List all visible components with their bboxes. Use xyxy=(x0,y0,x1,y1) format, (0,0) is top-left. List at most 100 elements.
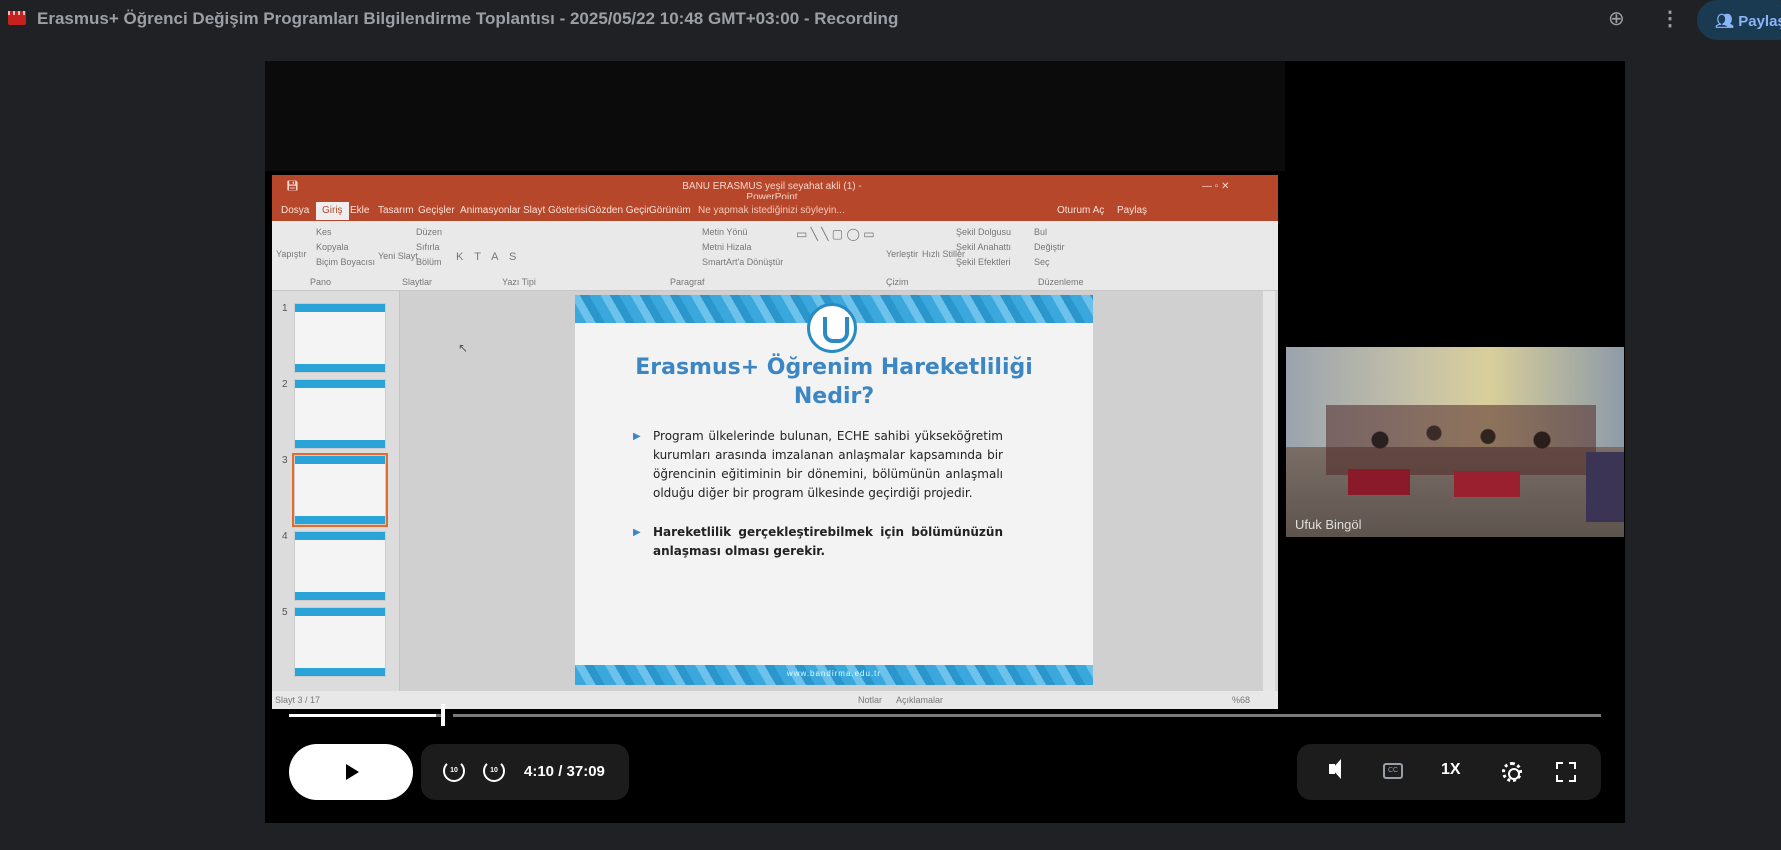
slide-scrollbar xyxy=(1263,291,1275,691)
thumb-number-1: 1 xyxy=(282,303,288,314)
rewind-10-button[interactable]: 10 xyxy=(443,760,465,782)
zoom-level: %68 xyxy=(1232,695,1251,705)
shape-outline-label: Şekil Anahattı xyxy=(956,242,1012,252)
slide-thumbnails: 1 2 3 4 5 xyxy=(272,291,400,691)
duration: / 37:09 xyxy=(558,763,605,780)
recording-title: Erasmus+ Öğrenci Değişim Programları Bil… xyxy=(37,9,899,28)
replace-label: Değiştir xyxy=(1034,242,1065,252)
university-logo xyxy=(807,303,857,353)
cut-label: Kes xyxy=(316,227,332,237)
shared-screen-powerpoint: 💾︎ BANU ERASMUS yeşil seyahat akli (1) -… xyxy=(272,175,1278,709)
comments-label: Açıklamalar xyxy=(896,695,944,705)
share-button[interactable]: 👥︎ Paylaş xyxy=(1697,0,1781,40)
progress-fill xyxy=(289,714,436,717)
slide-thumb-4 xyxy=(294,531,386,601)
red-table-1 xyxy=(1348,469,1410,495)
editing-group: Düzenleme xyxy=(1038,277,1084,287)
settings-icon[interactable] xyxy=(1502,762,1522,782)
more-options-icon[interactable]: ⋮ xyxy=(1660,6,1680,31)
shapes-gallery: ▭ ╲ ╲ ▢ ◯ ▭ xyxy=(796,227,875,241)
thumb-number-4: 4 xyxy=(282,531,288,542)
format-painter-label: Biçim Boyacısı xyxy=(316,257,376,267)
slide-title-line1: Erasmus+ Öğrenim Hareketliliği xyxy=(635,355,1033,380)
menu-file: Dosya xyxy=(281,205,310,216)
slide-thumb-2 xyxy=(294,379,386,449)
menu-review: Gözden Geçir xyxy=(588,205,650,216)
ppt-menu: Dosya Giriş Ekle Tasarım Geçişler Animas… xyxy=(272,199,1278,221)
shape-fill-label: Şekil Dolgusu xyxy=(956,227,1012,237)
slides-group: Slaytlar xyxy=(402,277,433,287)
slide-title-line2: Nedir? xyxy=(793,384,875,409)
thumb-number-3: 3 xyxy=(282,455,288,466)
add-to-drive-icon[interactable]: ⊕ xyxy=(1608,6,1625,31)
play-button[interactable] xyxy=(289,744,413,800)
menu-transitions: Geçişler xyxy=(418,205,455,216)
menu-design: Tasarım xyxy=(378,205,414,216)
slide-thumb-5 xyxy=(294,607,386,677)
slide-bullet-2: Hareketlilik gerçekleştirebilmek için bö… xyxy=(633,523,1003,561)
new-slide-label: Yeni Slayt xyxy=(378,251,418,261)
align-text-label: Metni Hizala xyxy=(702,242,752,252)
armchair xyxy=(1586,452,1624,522)
save-icon: 💾︎ xyxy=(286,181,299,192)
notes-label: Notlar xyxy=(858,695,883,705)
shape-effects-label: Şekil Efektleri xyxy=(956,257,1011,267)
slide-bullet-1: Program ülkelerinde bulunan, ECHE sahibi… xyxy=(633,427,1003,503)
ppt-title-bar: 💾︎ BANU ERASMUS yeşil seyahat akli (1) -… xyxy=(272,175,1278,203)
forward-10-button[interactable]: 10 xyxy=(483,760,505,782)
volume-icon[interactable] xyxy=(1329,759,1341,779)
share-label: Paylaş xyxy=(1738,13,1781,30)
audience xyxy=(1326,405,1596,475)
ppt-status-bar: Slayt 3 / 17 Notlar Açıklamalar %68 xyxy=(272,691,1278,709)
red-table-2 xyxy=(1454,471,1520,497)
top-bar: Erasmus+ Öğrenci Değişim Programları Bil… xyxy=(0,0,1781,40)
camera-tile: Ufuk Bingöl xyxy=(1286,347,1624,537)
menu-home: Giriş xyxy=(316,202,349,220)
window-controls: — ▫ ✕ xyxy=(1202,181,1230,192)
copy-label: Kopyala xyxy=(316,242,349,252)
sign-in: Oturum Aç xyxy=(1057,205,1105,216)
text-direction-label: Metin Yönü xyxy=(702,227,748,237)
layout-label: Düzen xyxy=(416,227,443,237)
time-controls: 10 10 4:10 / 37:09 xyxy=(421,744,629,800)
thumb-number-2: 2 xyxy=(282,379,288,390)
clipboard-group: Pano xyxy=(310,277,332,287)
menu-view: Görünüm xyxy=(649,205,691,216)
tell-me-search: Ne yapmak istediğinizi söyleyin... xyxy=(698,205,845,216)
current-time: 4:10 xyxy=(524,763,555,780)
fullscreen-icon[interactable] xyxy=(1556,762,1576,782)
slide-canvas: Erasmus+ Öğrenim Hareketliliği Nedir? Pr… xyxy=(400,291,1275,691)
progress-bar[interactable] xyxy=(289,714,1601,717)
video-player[interactable]: 💾︎ BANU ERASMUS yeşil seyahat akli (1) -… xyxy=(265,61,1625,823)
participant-name: Ufuk Bingöl xyxy=(1295,517,1362,532)
smartart-label: SmartArt'a Dönüştür xyxy=(702,257,784,267)
video-file-icon xyxy=(8,11,26,25)
find-label: Bul xyxy=(1034,227,1048,237)
arrange-label: Yerleştir xyxy=(886,249,919,259)
select-label: Seç xyxy=(1034,257,1050,267)
person-add-icon: 👥︎ xyxy=(1715,13,1739,30)
captions-button[interactable]: CC xyxy=(1383,763,1403,779)
video-top-area xyxy=(265,61,1285,171)
font-format-icons: K T A S xyxy=(456,251,521,263)
drawing-group: Çizim xyxy=(886,277,909,287)
playback-speed-button[interactable]: 1X xyxy=(1441,761,1461,779)
font-group: Yazı Tipi xyxy=(502,277,536,287)
ppt-ribbon: Yapıştır Kes Kopyala Biçim Boyacısı Pano… xyxy=(272,221,1278,291)
paste-label: Yapıştır xyxy=(276,249,307,259)
right-controls: CC 1X xyxy=(1297,744,1601,800)
menu-insert: Ekle xyxy=(350,205,370,216)
ppt-share: Paylaş xyxy=(1117,205,1148,216)
reset-label: Sıfırla xyxy=(416,242,440,252)
progress-knob[interactable] xyxy=(441,704,445,726)
slide-thumb-3 xyxy=(292,453,388,527)
slide-url: www.bandirma.edu.tr xyxy=(786,669,882,678)
section-label: Bölüm xyxy=(416,257,442,267)
menu-animations: Animasyonlar xyxy=(460,205,521,216)
menu-slideshow: Slayt Gösterisi xyxy=(523,205,588,216)
slide-thumb-1 xyxy=(294,303,386,373)
slide-title: Erasmus+ Öğrenim Hareketliliği Nedir? xyxy=(575,353,1093,411)
thumb-number-5: 5 xyxy=(282,607,288,618)
paragraph-group: Paragraf xyxy=(670,277,705,287)
mouse-cursor-icon: ↖ xyxy=(458,341,469,355)
